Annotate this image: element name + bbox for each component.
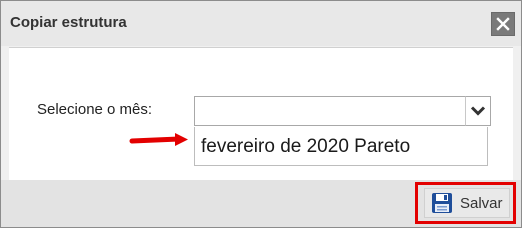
- dialog-footer: Salvar: [1, 180, 521, 227]
- copy-structure-dialog: Copiar estrutura Selecione o mês: fevere…: [0, 0, 522, 228]
- dialog-title: Copiar estrutura: [10, 14, 127, 31]
- dialog-body: Selecione o mês: fevereiro de 2020 Paret…: [9, 47, 513, 181]
- close-button[interactable]: [491, 12, 515, 36]
- month-input[interactable]: [194, 96, 468, 126]
- dialog-titlebar: Copiar estrutura: [1, 1, 521, 46]
- month-label: Selecione o mês:: [37, 101, 153, 118]
- month-option[interactable]: fevereiro de 2020 Pareto: [201, 136, 410, 158]
- chevron-down-icon: [470, 106, 486, 116]
- month-dropdown-list: fevereiro de 2020 Pareto: [194, 127, 488, 166]
- red-arrow-annotation: [129, 133, 188, 146]
- floppy-disk-icon: [432, 193, 452, 213]
- month-dropdown-toggle[interactable]: [465, 96, 491, 126]
- close-icon: [496, 17, 510, 31]
- save-button-label: Salvar: [460, 195, 503, 212]
- month-combobox[interactable]: [194, 96, 491, 126]
- save-button[interactable]: Salvar: [424, 188, 510, 218]
